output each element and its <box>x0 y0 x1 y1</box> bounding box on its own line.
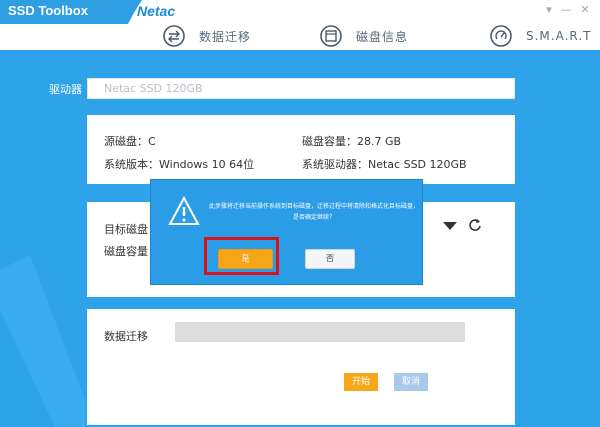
confirm-dialog: 此步骤将迁移当前操作系统到目标磁盘，迁移过程中将清除和格式化目标磁盘，是否确定继… <box>150 179 423 285</box>
app-window: SSD Toolbox Netac ▾ — ✕ 数据迁移 磁盘信息 S.M.A.… <box>0 0 600 427</box>
warning-icon <box>168 196 200 225</box>
cancel-button[interactable]: 取消 <box>394 373 428 391</box>
target-capacity-label: 磁盘容量 <box>104 245 148 258</box>
target-disk-dropdown-icon[interactable] <box>443 222 457 230</box>
migration-progress-bar <box>175 322 465 342</box>
drive-label: 驱动器 <box>49 83 82 96</box>
os-drive-text: 系统驱动器：Netac SSD 120GB <box>302 158 467 171</box>
refresh-icon[interactable] <box>468 218 482 232</box>
minimize-button[interactable]: — <box>558 2 574 18</box>
source-info-panel <box>87 115 515 184</box>
target-disk-label: 目标磁盘 <box>104 223 148 236</box>
tab-smart[interactable]: S.M.A.R.T <box>490 22 591 50</box>
disk-info-icon <box>320 25 342 47</box>
source-capacity-text: 磁盘容量：28.7 GB <box>302 135 402 148</box>
highlight-box <box>204 237 279 275</box>
tab-disk-info-label: 磁盘信息 <box>356 29 409 44</box>
migration-label: 数据迁移 <box>104 330 148 343</box>
os-version-text: 系统版本：Windows 10 64位 <box>104 158 255 171</box>
app-logo-block: SSD Toolbox <box>0 0 128 24</box>
source-disk-text: 源磁盘：C <box>104 135 156 148</box>
brand-logo: Netac <box>137 3 176 19</box>
smart-icon <box>490 25 512 47</box>
drive-select[interactable]: Netac SSD 120GB <box>87 78 515 99</box>
migrate-icon <box>163 25 185 47</box>
tab-smart-label: S.M.A.R.T <box>526 29 592 43</box>
app-title: SSD Toolbox <box>8 3 88 18</box>
tab-disk-info[interactable]: 磁盘信息 <box>320 22 408 50</box>
tab-data-migration-label: 数据迁移 <box>199 29 252 44</box>
dialog-message: 此步骤将迁移当前操作系统到目标磁盘，迁移过程中将清除和格式化目标磁盘，是否确定继… <box>209 203 420 221</box>
title-bar: SSD Toolbox Netac ▾ — ✕ 数据迁移 磁盘信息 S.M.A.… <box>0 0 600 50</box>
close-button[interactable]: ✕ <box>577 2 593 18</box>
brand-watermark <box>0 255 85 427</box>
start-button[interactable]: 开始 <box>344 373 378 391</box>
tab-data-migration[interactable]: 数据迁移 <box>163 22 251 50</box>
dialog-no-button[interactable]: 否 <box>305 249 355 269</box>
menu-dropdown-icon[interactable]: ▾ <box>541 2 557 18</box>
